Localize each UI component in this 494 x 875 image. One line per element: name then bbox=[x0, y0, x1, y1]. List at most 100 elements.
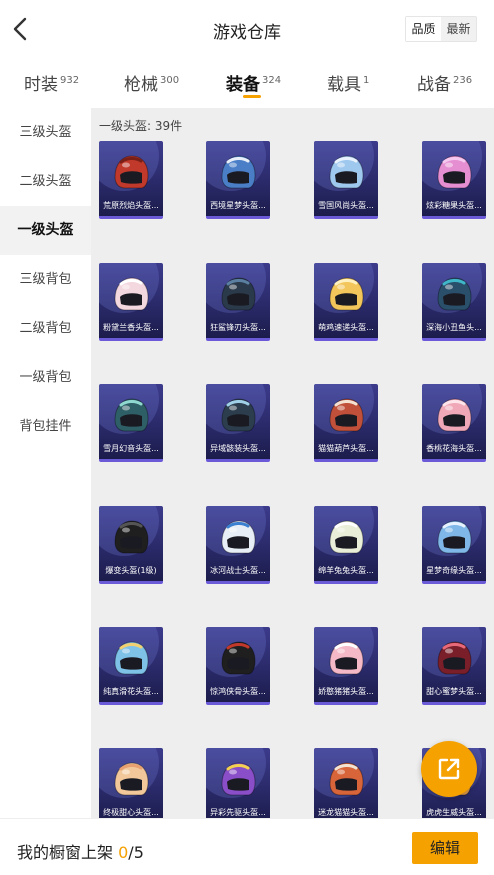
item-label: 异域骸装头盔... bbox=[210, 444, 266, 453]
tab-vehicles[interactable]: 载具 1 bbox=[327, 70, 369, 95]
showcase-used-count: 0 bbox=[118, 843, 129, 862]
item-label: 雪国风尚头盔... bbox=[318, 201, 374, 210]
tab-guns[interactable]: 枪械 300 bbox=[124, 70, 179, 95]
item-label: 虎虎生威头盔... bbox=[426, 808, 482, 817]
helmet-icon bbox=[221, 641, 256, 675]
share-external-icon bbox=[438, 758, 460, 780]
tab-count: 932 bbox=[60, 75, 80, 87]
helmet-icon bbox=[329, 520, 364, 554]
item-label: 狂鲨锋刃头盔... bbox=[210, 323, 266, 332]
item-card[interactable]: 深海小丑鱼头... bbox=[422, 263, 486, 341]
helmet-icon bbox=[329, 277, 364, 311]
tab-label: 装备 bbox=[226, 75, 260, 95]
item-label: 炫彩糖果头盔... bbox=[426, 201, 482, 210]
helmet-icon bbox=[329, 398, 364, 432]
helmet-icon bbox=[329, 641, 364, 675]
tab-label: 载具 bbox=[327, 75, 361, 95]
item-card[interactable]: 猫猫葫芦头盔... bbox=[314, 384, 378, 462]
tab-count: 324 bbox=[262, 75, 282, 87]
helmet-icon bbox=[437, 155, 472, 189]
item-label: 星梦奇缘头盔... bbox=[426, 566, 482, 575]
section-title: 一级头盔: 39件 bbox=[99, 119, 183, 133]
tab-equipment[interactable]: 装备 324 bbox=[226, 70, 281, 95]
item-card[interactable]: 炫彩糖果头盔... bbox=[422, 141, 486, 219]
item-card[interactable]: 爆变头盔(1级) bbox=[99, 506, 163, 584]
item-label: 雪月幻音头盔... bbox=[103, 444, 159, 453]
item-label: 纯真滑花头盔... bbox=[103, 687, 159, 696]
item-card[interactable]: 星梦奇缘头盔... bbox=[422, 506, 486, 584]
item-label: 爆变头盔(1级) bbox=[105, 566, 157, 575]
item-card[interactable]: 异域骸装头盔... bbox=[206, 384, 270, 462]
helmet-icon bbox=[329, 155, 364, 189]
item-card[interactable]: 纯真滑花头盔... bbox=[99, 627, 163, 705]
item-grid-area: 一级头盔: 39件 荒原烈焰头盔... 西境星梦头盔... 雪国风尚头盔... 炫彩糖… bbox=[91, 108, 494, 818]
tab-label: 战备 bbox=[417, 75, 451, 95]
helmet-icon bbox=[114, 277, 149, 311]
item-card[interactable]: 萌鸡速递头盔... bbox=[314, 263, 378, 341]
item-label: 香桃花海头盔... bbox=[426, 444, 482, 453]
sidebar-item-level2-backpack[interactable]: 二级背包 bbox=[0, 304, 91, 353]
sort-option-quality[interactable]: 品质 bbox=[406, 17, 441, 41]
share-button[interactable] bbox=[421, 741, 477, 797]
item-label: 惊鸿侠骨头盔... bbox=[210, 687, 266, 696]
item-card[interactable]: 香桃花海头盔... bbox=[422, 384, 486, 462]
helmet-icon bbox=[221, 762, 256, 796]
item-card[interactable]: 惊鸿侠骨头盔... bbox=[206, 627, 270, 705]
sidebar: 三级头盔 二级头盔 一级头盔 三级背包 二级背包 一级背包 背包挂件 bbox=[0, 108, 91, 818]
item-card[interactable]: 冰河战士头盔... bbox=[206, 506, 270, 584]
edit-button[interactable]: 编辑 bbox=[412, 832, 478, 864]
item-label: 萌鸡速递头盔... bbox=[318, 323, 374, 332]
item-card[interactable]: 娇憨猪猪头盔... bbox=[314, 627, 378, 705]
helmet-icon bbox=[114, 398, 149, 432]
tab-label: 时装 bbox=[24, 75, 58, 95]
item-label: 深海小丑鱼头... bbox=[426, 323, 482, 332]
sidebar-item-level1-helmet[interactable]: 一级头盔 bbox=[0, 206, 91, 255]
item-card[interactable]: 狂鲨锋刃头盔... bbox=[206, 263, 270, 341]
sidebar-item-level3-helmet[interactable]: 三级头盔 bbox=[0, 108, 91, 157]
sidebar-item-level1-backpack[interactable]: 一级背包 bbox=[0, 353, 91, 402]
item-card[interactable]: 荒原烈焰头盔... bbox=[99, 141, 163, 219]
item-label: 荒原烈焰头盔... bbox=[103, 201, 159, 210]
item-card[interactable]: 绵羊兔兔头盔... bbox=[314, 506, 378, 584]
tab-count: 1 bbox=[363, 75, 370, 87]
item-label: 冰河战士头盔... bbox=[210, 566, 266, 575]
item-card[interactable]: 甜心蜜梦头盔... bbox=[422, 627, 486, 705]
item-card[interactable]: 粉黛兰香头盔... bbox=[99, 263, 163, 341]
item-label: 猫猫葫芦头盔... bbox=[318, 444, 374, 453]
tab-count: 236 bbox=[453, 75, 473, 87]
tab-supplies[interactable]: 战备 236 bbox=[417, 70, 472, 95]
helmet-icon bbox=[437, 641, 472, 675]
sidebar-item-backpack-charm[interactable]: 背包挂件 bbox=[0, 402, 91, 451]
warehouse-page: 游戏仓库 品质 最新 时装 932 枪械 300 装备 324 载具 1 战备 236 三… bbox=[0, 0, 494, 875]
item-card[interactable]: 异彩先驱头盔... bbox=[206, 748, 270, 818]
helmet-icon bbox=[114, 762, 149, 796]
helmet-icon bbox=[329, 762, 364, 796]
item-card[interactable]: 迷龙猫猫头盔... bbox=[314, 748, 378, 818]
item-label: 绵羊兔兔头盔... bbox=[318, 566, 374, 575]
sort-option-latest[interactable]: 最新 bbox=[441, 17, 476, 41]
item-card[interactable]: 雪月幻音头盔... bbox=[99, 384, 163, 462]
item-label: 迷龙猫猫头盔... bbox=[318, 808, 374, 817]
tab-count: 300 bbox=[160, 75, 180, 87]
item-label: 终极甜心头盔... bbox=[103, 808, 159, 817]
item-card[interactable]: 西境星梦头盔... bbox=[206, 141, 270, 219]
item-card[interactable]: 雪国风尚头盔... bbox=[314, 141, 378, 219]
helmet-icon bbox=[221, 520, 256, 554]
sort-toggle: 品质 最新 bbox=[405, 16, 477, 42]
item-label: 粉黛兰香头盔... bbox=[103, 323, 159, 332]
helmet-icon bbox=[221, 277, 256, 311]
helmet-icon bbox=[221, 155, 256, 189]
item-label: 娇憨猪猪头盔... bbox=[318, 687, 374, 696]
helmet-icon bbox=[437, 520, 472, 554]
helmet-icon bbox=[221, 398, 256, 432]
item-card[interactable]: 终极甜心头盔... bbox=[99, 748, 163, 818]
item-label: 甜心蜜梦头盔... bbox=[426, 687, 482, 696]
tab-fashion[interactable]: 时装 932 bbox=[24, 70, 79, 95]
item-label: 异彩先驱头盔... bbox=[210, 808, 266, 817]
showcase-total-count: 5 bbox=[133, 843, 144, 862]
helmet-icon bbox=[114, 641, 149, 675]
header: 游戏仓库 品质 最新 bbox=[0, 0, 494, 60]
sidebar-item-level3-backpack[interactable]: 三级背包 bbox=[0, 255, 91, 304]
category-tabs: 时装 932 枪械 300 装备 324 载具 1 战备 236 bbox=[0, 60, 494, 106]
sidebar-item-level2-helmet[interactable]: 二级头盔 bbox=[0, 157, 91, 206]
